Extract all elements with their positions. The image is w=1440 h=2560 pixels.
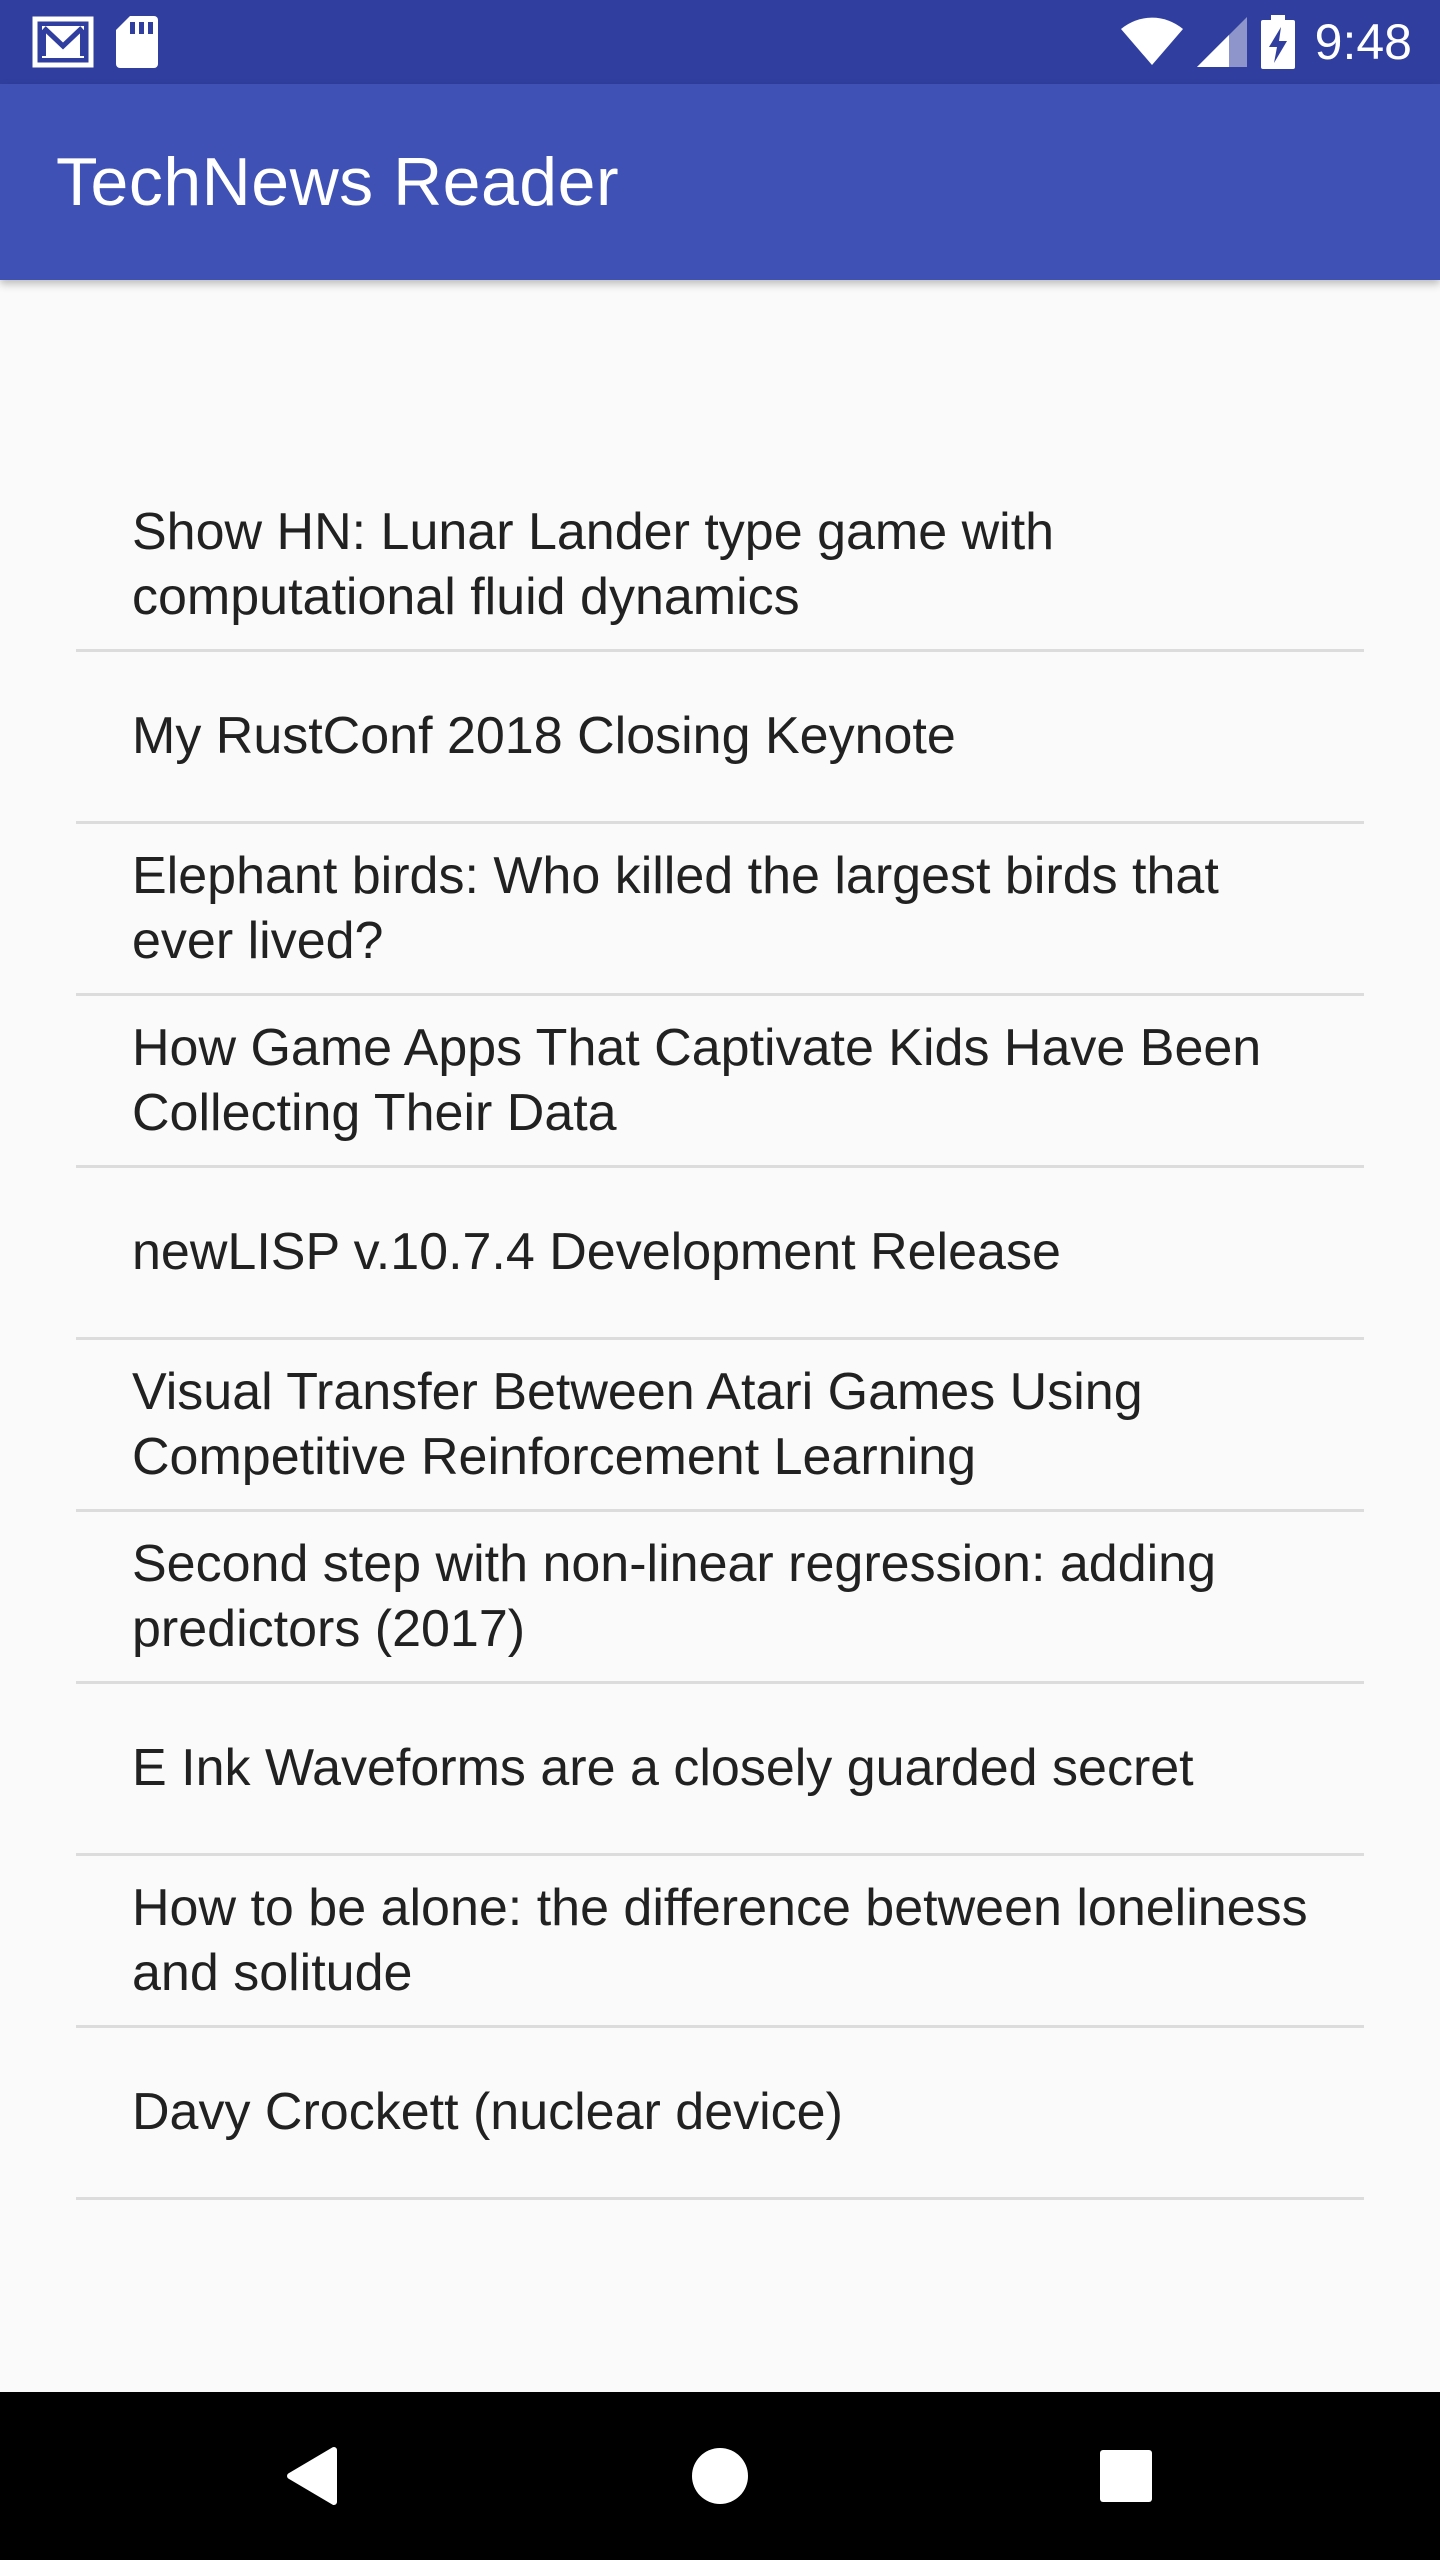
news-item[interactable]: How to be alone: the difference between … (76, 1856, 1364, 2028)
news-item-title: Show HN: Lunar Lander type game with com… (132, 502, 1055, 626)
news-item[interactable]: newLISP v.10.7.4 Development Release (76, 1168, 1364, 1340)
news-item[interactable]: How Game Apps That Captivate Kids Have B… (76, 996, 1364, 1168)
news-item-title: E Ink Waveforms are a closely guarded se… (132, 1739, 1194, 1797)
battery-charging-icon (1260, 15, 1295, 69)
cell-signal-icon (1196, 17, 1247, 67)
news-item[interactable]: Second step with non-linear regression: … (76, 1512, 1364, 1684)
news-list: Show HN: Lunar Lander type game with com… (76, 480, 1364, 2200)
status-bar: 9:48 (0, 0, 1440, 84)
news-item-title: Elephant birds: Who killed the largest b… (132, 846, 1219, 970)
news-item-title: newLISP v.10.7.4 Development Release (132, 1223, 1061, 1281)
news-item[interactable]: My RustConf 2018 Closing Keynote (76, 652, 1364, 824)
back-icon (287, 2447, 337, 2505)
screen: 9:48 TechNews Reader Show HN: Lunar Land… (0, 0, 1440, 2560)
status-clock: 9:48 (1314, 14, 1412, 70)
news-item-title: How Game Apps That Captivate Kids Have B… (132, 1018, 1262, 1142)
back-button[interactable] (276, 2436, 356, 2516)
news-item[interactable]: Show HN: Lunar Lander type game with com… (76, 480, 1364, 652)
news-item[interactable]: Visual Transfer Between Atari Games Usin… (76, 1340, 1364, 1512)
status-right: 9:48 (1120, 10, 1412, 74)
news-item-title: Davy Crockett (nuclear device) (132, 2083, 843, 2141)
home-button[interactable] (680, 2436, 760, 2516)
news-item-title: My RustConf 2018 Closing Keynote (132, 707, 956, 765)
wifi-icon (1120, 17, 1183, 67)
gmail-icon (32, 16, 94, 68)
news-item-title: Visual Transfer Between Atari Games Usin… (132, 1362, 1143, 1486)
news-item[interactable]: Elephant birds: Who killed the largest b… (76, 824, 1364, 996)
news-item[interactable]: E Ink Waveforms are a closely guarded se… (76, 1684, 1364, 1856)
app-bar: TechNews Reader (0, 84, 1440, 280)
navigation-bar (0, 2392, 1440, 2560)
news-item[interactable]: Davy Crockett (nuclear device) (76, 2028, 1364, 2200)
sd-card-icon (116, 16, 158, 68)
news-item-title: Second step with non-linear regression: … (132, 1534, 1217, 1658)
home-icon (692, 2448, 748, 2504)
recents-button[interactable] (1086, 2436, 1166, 2516)
recents-icon (1100, 2450, 1152, 2502)
news-item-title: How to be alone: the difference between … (132, 1878, 1308, 2002)
app-title: TechNews Reader (56, 144, 620, 220)
status-left (32, 16, 158, 68)
